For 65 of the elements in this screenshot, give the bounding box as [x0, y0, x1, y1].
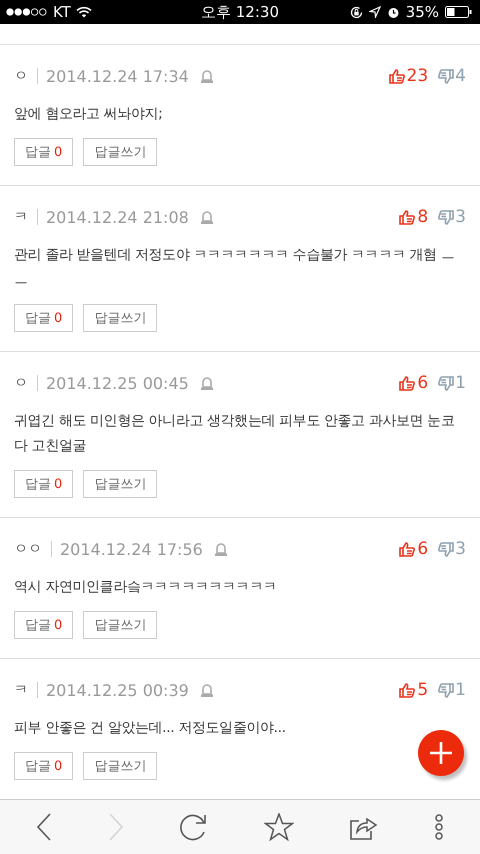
thumbs-down-icon[interactable]	[438, 210, 454, 224]
comment-author: ㅇ	[14, 374, 28, 392]
write-reply-button[interactable]: 답글쓰기	[83, 611, 158, 639]
dislike-count: 1	[455, 373, 466, 393]
thumbs-down-icon[interactable]	[438, 68, 454, 84]
dislike-count: 4	[455, 66, 466, 86]
bell-icon[interactable]	[200, 210, 214, 224]
carrier-name: KT	[53, 3, 71, 21]
like-count: 23	[406, 66, 428, 86]
star-icon[interactable]	[264, 813, 294, 841]
thumbs-down-icon[interactable]	[438, 376, 454, 390]
dislike-count: 3	[455, 207, 466, 227]
replies-button[interactable]: 답글 0	[14, 752, 74, 780]
thumbs-down-icon[interactable]	[438, 682, 454, 698]
replies-button[interactable]: 답글 0	[14, 470, 74, 498]
thumbs-up-icon[interactable]	[388, 68, 405, 84]
comment-date: 2014.12.24 21:08	[46, 208, 189, 226]
thumbs-up-icon[interactable]	[399, 210, 416, 224]
alarm-icon	[386, 6, 400, 18]
comment-author: ㅋ	[14, 208, 28, 226]
comment-date: 2014.12.24 17:34	[46, 66, 189, 86]
like-count: 6	[417, 539, 428, 559]
wifi-icon	[76, 6, 92, 18]
comment-text: 앞에 혐오라고 써놔야지;	[14, 105, 164, 124]
comment-author: ㅇ	[14, 67, 28, 85]
like-count: 8	[417, 207, 428, 227]
like-count: 6	[417, 373, 428, 393]
bell-icon[interactable]	[214, 542, 228, 556]
write-reply-button[interactable]: 답글쓰기	[83, 138, 158, 166]
comment-date: 2014.12.25 00:45	[46, 374, 189, 392]
dislike-count: 3	[455, 539, 466, 559]
comment-author: ㅋ	[14, 681, 28, 699]
reload-icon[interactable]	[180, 813, 208, 841]
plus-icon	[429, 741, 453, 765]
thumbs-down-icon[interactable]	[438, 542, 454, 556]
write-reply-button[interactable]: 답글쓰기	[83, 304, 158, 332]
bell-icon[interactable]	[200, 682, 214, 698]
status-time: 오후 12:30	[201, 2, 279, 22]
add-button[interactable]	[418, 730, 464, 776]
comment-text: 피부 안좋은 건 알았는데... 저정도일줄이야...	[14, 719, 287, 738]
comment-date: 2014.12.24 17:56	[60, 540, 203, 558]
comment-text: 귀엽긴 해도 미인형은 아니라고 생각했는데 피부도 안좋고 과사보면 눈코 다 고친얼굴	[14, 412, 456, 456]
replies-button[interactable]: 답글 0	[14, 138, 74, 166]
battery-percent: 35%	[406, 3, 439, 21]
comment-date: 2014.12.25 00:39	[46, 680, 189, 700]
replies-button[interactable]: 답글 0	[14, 304, 74, 332]
thumbs-up-icon[interactable]	[399, 376, 416, 390]
battery-icon	[445, 6, 472, 18]
thumbs-up-icon[interactable]	[399, 682, 416, 698]
location-icon	[368, 6, 381, 18]
bell-icon[interactable]	[200, 68, 214, 84]
bell-icon[interactable]	[200, 376, 214, 390]
comment-text: 관리 졸라 받을텐데 저정도야 ㅋㅋㅋㅋㅋㅋㅋ 수습불가 ㅋㅋㅋㅋ 개혐 ㅡㅡ	[14, 246, 456, 290]
more-icon[interactable]	[434, 814, 444, 840]
rotation-lock-icon	[350, 6, 363, 18]
replies-button[interactable]: 답글 0	[14, 611, 74, 639]
comment-author: ㅇㅇ	[14, 540, 42, 558]
write-reply-button[interactable]: 답글쓰기	[83, 470, 158, 498]
like-count: 5	[417, 680, 428, 700]
write-reply-button[interactable]: 답글쓰기	[83, 752, 158, 780]
dislike-count: 1	[455, 680, 466, 700]
signal-icon	[6, 8, 48, 16]
thumbs-up-icon[interactable]	[399, 542, 416, 556]
comment-text: 역시 자연미인클라슼ㅋㅋㅋㅋㅋㅋㅋㅋㅋㅋ	[14, 578, 278, 597]
back-icon[interactable]	[36, 813, 52, 841]
